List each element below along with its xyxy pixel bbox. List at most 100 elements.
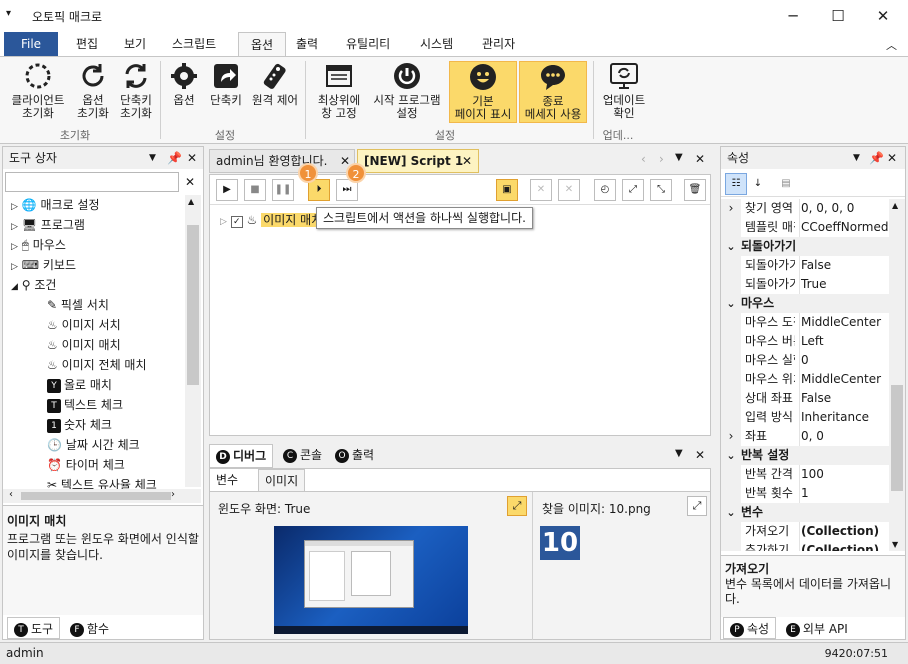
property-value[interactable]: (Collection): [799, 541, 879, 551]
menu-edit[interactable]: 편집: [64, 32, 110, 56]
clear-search-icon[interactable]: ✕: [179, 172, 201, 192]
collapse-ribbon-icon[interactable]: ︿: [886, 37, 897, 53]
shortcuts-button[interactable]: 단축키: [204, 61, 248, 123]
toolbox-scrollbar[interactable]: ▲: [185, 195, 201, 487]
close-debug-icon[interactable]: ✕: [695, 448, 705, 462]
fullscreen-icon[interactable]: ⤢: [687, 496, 707, 516]
tree-item-pixel-search[interactable]: ✎ 픽셀 서치: [47, 295, 109, 315]
startup-settings-button[interactable]: 시작 프로그램 설정: [368, 61, 446, 123]
collapse-icon[interactable]: ⌄: [721, 294, 741, 313]
reset-client-button[interactable]: 클라이언트 초기화: [6, 61, 70, 123]
timer-button[interactable]: ◴: [594, 179, 616, 201]
property-pages-icon[interactable]: ▤: [775, 173, 797, 195]
pin-icon[interactable]: 📌: [869, 147, 884, 169]
toolbox-hscrollbar[interactable]: ‹ ›: [3, 489, 201, 503]
sort-az-icon[interactable]: ↓: [747, 173, 769, 195]
property-row[interactable]: › 찾기 영역 0, 0, 0, 0: [721, 199, 889, 218]
tab-debug[interactable]: D 디버그: [209, 444, 274, 468]
script-node[interactable]: ▷ ✓ ♨ 이미지 매치: [220, 211, 325, 229]
quick-access-chevron-icon[interactable]: ▾: [6, 8, 11, 19]
exit-message-button[interactable]: 종료 메세지 사용: [519, 61, 587, 123]
dropdown-icon[interactable]: ▼: [675, 448, 683, 459]
collapse-icon[interactable]: ⌄: [721, 503, 741, 522]
property-row[interactable]: 반복 간격 100: [721, 465, 889, 484]
expand-button[interactable]: ⤢: [622, 179, 644, 201]
close-tab-icon[interactable]: ✕: [462, 150, 472, 172]
properties-scrollbar[interactable]: ▲ ▼: [889, 199, 905, 551]
tab-external-api[interactable]: E 외부 API: [780, 618, 854, 640]
property-value[interactable]: MiddleCenter: [799, 370, 881, 389]
minimize-button[interactable]: ─: [770, 0, 816, 32]
tree-item-mouse[interactable]: ▷ 🖱 마우스: [11, 235, 66, 255]
tree-item-image-search[interactable]: ♨ 이미지 서치: [47, 315, 121, 335]
remote-control-button[interactable]: 원격 제어: [248, 61, 302, 123]
toolbox-search-input[interactable]: [5, 172, 179, 192]
options-button[interactable]: 옵션: [164, 61, 204, 123]
property-value[interactable]: False: [799, 256, 831, 275]
property-value[interactable]: Left: [799, 332, 824, 351]
property-row[interactable]: 상대 좌표 False: [721, 389, 889, 408]
tree-item-text-check[interactable]: T 텍스트 체크: [47, 395, 123, 415]
property-category[interactable]: ⌄ 변수: [721, 503, 889, 522]
subtab-images[interactable]: 이미지: [258, 469, 306, 491]
property-value[interactable]: MiddleCenter: [799, 313, 881, 332]
dropdown-icon[interactable]: ▼: [149, 147, 156, 169]
next-tab-icon[interactable]: ›: [659, 152, 664, 166]
tab-script-1[interactable]: [NEW] Script 1 ✕: [357, 149, 479, 173]
menu-view[interactable]: 보기: [112, 32, 158, 56]
tab-list-icon[interactable]: ▼: [675, 152, 683, 163]
menu-output[interactable]: 출력: [284, 32, 330, 56]
disable-button[interactable]: ✕: [530, 179, 552, 201]
menu-admin[interactable]: 관리자: [470, 32, 527, 56]
image-capture-button[interactable]: ▣: [496, 179, 518, 201]
tree-item-image-all-match[interactable]: ♨ 이미지 전체 매치: [47, 355, 147, 375]
collapse-icon[interactable]: ⌄: [721, 446, 741, 465]
property-category[interactable]: ⌄ 마우스: [721, 294, 889, 313]
tree-item-yolo-match[interactable]: Y 올로 매치: [47, 375, 112, 395]
close-button[interactable]: ✕: [860, 0, 906, 32]
expand-icon[interactable]: ›: [721, 199, 741, 218]
close-panel-icon[interactable]: ✕: [887, 147, 897, 169]
property-row[interactable]: 입력 방식 Inheritance: [721, 408, 889, 427]
close-panel-icon[interactable]: ✕: [187, 147, 197, 169]
property-row[interactable]: 되돌아가기 True: [721, 275, 889, 294]
reset-options-button[interactable]: 옵션 초기화: [72, 61, 114, 123]
expand-icon[interactable]: ›: [721, 427, 741, 446]
property-value[interactable]: 1: [799, 484, 809, 503]
tree-item-datetime-check[interactable]: 🕒 날짜 시간 체크: [47, 435, 140, 455]
property-value[interactable]: CCoeffNormed: [799, 218, 888, 237]
property-value[interactable]: True: [799, 275, 827, 294]
reset-shortcuts-button[interactable]: 단축키 초기화: [116, 61, 156, 123]
property-category[interactable]: ⌄ 되돌아가기: [721, 237, 889, 256]
maximize-button[interactable]: ☐: [815, 0, 861, 32]
tab-properties[interactable]: P 속성: [723, 617, 777, 639]
delete-button[interactable]: 🗑: [684, 179, 706, 201]
property-row[interactable]: 추가하기 (Collection): [721, 541, 889, 551]
tab-tools[interactable]: T 도구: [7, 617, 61, 639]
categorized-icon[interactable]: ☷: [725, 173, 747, 195]
tree-item-macro-settings[interactable]: ▷ 🌐 매크로 설정: [11, 195, 100, 215]
always-on-top-button[interactable]: 최상위에 창 고정: [312, 61, 366, 123]
property-row[interactable]: 마우스 버튼 Left: [721, 332, 889, 351]
tree-item-keyboard[interactable]: ▷ ⌨ 키보드: [11, 255, 76, 275]
property-row[interactable]: 템플릿 매칭 CCoeffNormed: [721, 218, 889, 237]
node-checkbox[interactable]: ✓: [230, 216, 243, 228]
close-editor-icon[interactable]: ✕: [695, 152, 705, 166]
disable-all-button[interactable]: ✕: [558, 179, 580, 201]
menu-options[interactable]: 옵션: [238, 32, 287, 56]
file-menu[interactable]: File: [4, 32, 58, 56]
tree-item-image-match[interactable]: ♨ 이미지 매치: [47, 335, 121, 355]
property-row[interactable]: 되돌아가기 False: [721, 256, 889, 275]
property-row[interactable]: 마우스 도착 MiddleCenter: [721, 313, 889, 332]
menu-script[interactable]: 스크립트: [160, 32, 228, 56]
prev-tab-icon[interactable]: ‹: [641, 152, 646, 166]
collapse-button[interactable]: ⤡: [650, 179, 672, 201]
dropdown-icon[interactable]: ▼: [853, 147, 860, 169]
menu-utility[interactable]: 유틸리티: [334, 32, 402, 56]
property-value[interactable]: (Collection): [799, 522, 879, 541]
collapse-icon[interactable]: ⌄: [721, 237, 741, 256]
tree-item-timer-check[interactable]: ⏰ 타이머 체크: [47, 455, 125, 475]
tree-item-condition[interactable]: ◢ ⚲ 조건: [11, 275, 56, 295]
subtab-variables[interactable]: 변수: [210, 469, 244, 491]
property-row[interactable]: › 좌표 0, 0: [721, 427, 889, 446]
